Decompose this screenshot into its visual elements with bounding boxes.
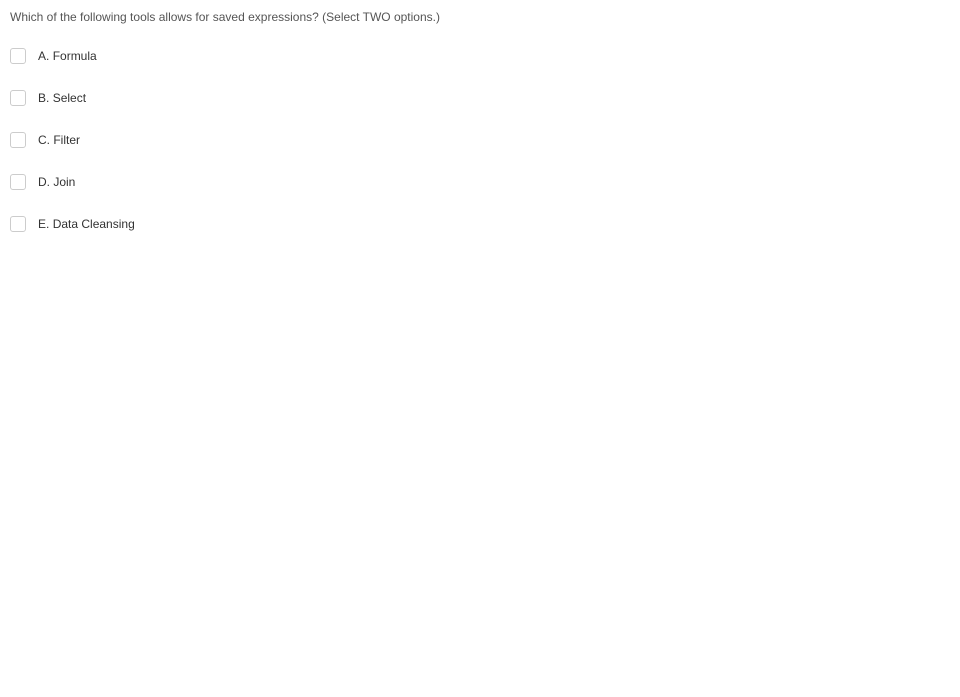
option-letter: E — [38, 217, 46, 231]
checkbox-option-a[interactable] — [10, 48, 26, 64]
option-text: Formula — [53, 49, 97, 63]
option-label-a[interactable]: A. Formula — [38, 49, 97, 63]
checkbox-option-d[interactable] — [10, 174, 26, 190]
option-label-d[interactable]: D. Join — [38, 175, 75, 189]
question-text: Which of the following tools allows for … — [10, 10, 950, 24]
options-container: A. Formula B. Select C. Filter D. Join E… — [10, 48, 950, 232]
option-row-d: D. Join — [10, 174, 950, 190]
option-letter: C — [38, 133, 47, 147]
option-row-c: C. Filter — [10, 132, 950, 148]
option-text: Filter — [53, 133, 80, 147]
option-letter: D — [38, 175, 47, 189]
option-text: Join — [53, 175, 75, 189]
option-row-e: E. Data Cleansing — [10, 216, 950, 232]
option-row-a: A. Formula — [10, 48, 950, 64]
option-label-c[interactable]: C. Filter — [38, 133, 80, 147]
option-letter: A — [38, 49, 46, 63]
option-label-e[interactable]: E. Data Cleansing — [38, 217, 135, 231]
option-label-b[interactable]: B. Select — [38, 91, 86, 105]
option-text: Select — [53, 91, 86, 105]
checkbox-option-b[interactable] — [10, 90, 26, 106]
option-row-b: B. Select — [10, 90, 950, 106]
checkbox-option-e[interactable] — [10, 216, 26, 232]
option-text: Data Cleansing — [53, 217, 135, 231]
option-letter: B — [38, 91, 46, 105]
checkbox-option-c[interactable] — [10, 132, 26, 148]
